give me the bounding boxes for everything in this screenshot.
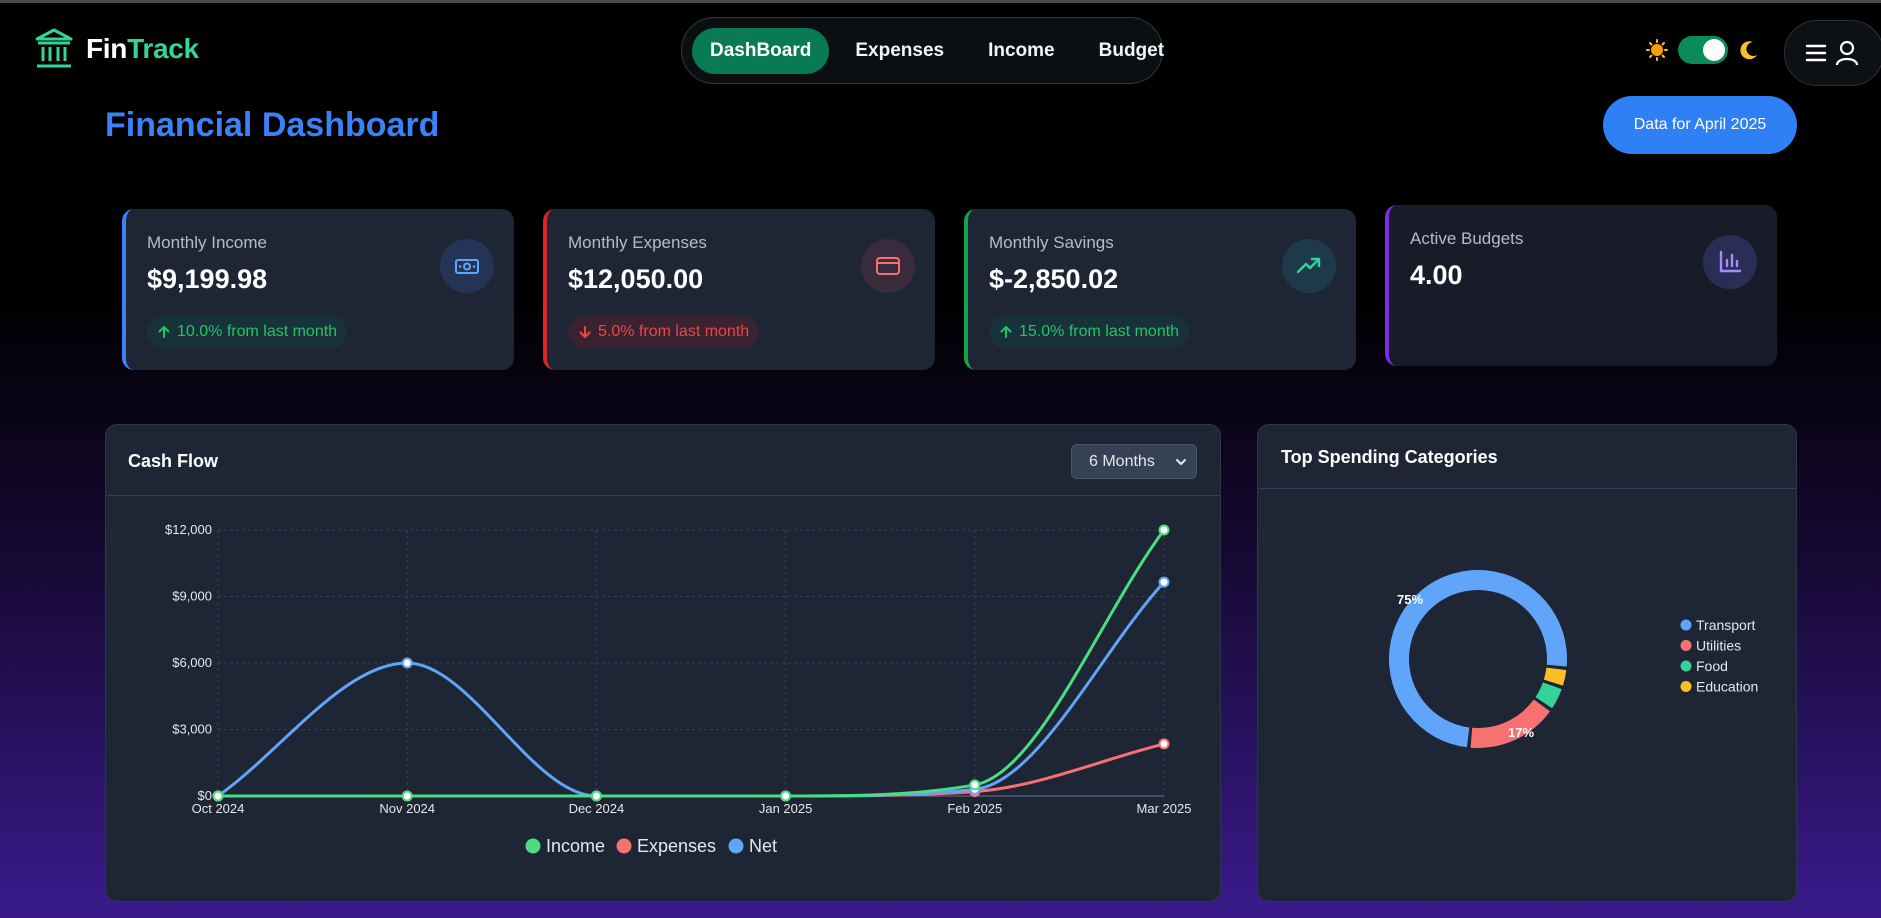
trending-up-icon bbox=[1282, 239, 1336, 293]
money-icon bbox=[440, 239, 494, 293]
credit-card-icon bbox=[861, 239, 915, 293]
spending-donut-chart: 75% 17% Transport Utilities Food Education bbox=[1389, 570, 1758, 748]
data-point-income bbox=[590, 790, 602, 802]
donut-slice-education bbox=[1543, 667, 1567, 686]
x-tick-label: Mar 2025 bbox=[1137, 801, 1192, 816]
legend-label: Utilities bbox=[1696, 638, 1741, 654]
legend-marker bbox=[1680, 640, 1692, 651]
x-tick-label: Dec 2024 bbox=[569, 801, 625, 816]
income-card: Monthly Income $9,199.98 10.0% from last… bbox=[122, 209, 514, 370]
trend-badge: 10.0% from last month bbox=[147, 316, 348, 348]
nav-expenses[interactable]: Expenses bbox=[837, 28, 962, 74]
nav-income[interactable]: Income bbox=[970, 28, 1073, 74]
sun-icon bbox=[1646, 39, 1668, 61]
top-navbar: FinTrack DashBoard Expenses Income Budge… bbox=[0, 3, 1881, 95]
user-icon bbox=[1835, 40, 1859, 66]
cash-flow-panel: Cash Flow 6 Months $0 $3,000 $6,000 $9,000 $… bbox=[105, 424, 1221, 902]
legend-label: Income bbox=[546, 836, 605, 856]
y-tick-label: $9,000 bbox=[172, 589, 212, 604]
legend-label: Food bbox=[1696, 658, 1728, 674]
card-label: Monthly Savings bbox=[989, 233, 1114, 252]
cash-flow-chart: $0$3,000$6,000$9,000$12,000Oct 2024 Nov 2… bbox=[165, 522, 1192, 856]
card-label: Monthly Income bbox=[147, 233, 267, 252]
x-tick-label: Oct 2024 bbox=[192, 801, 245, 816]
main-nav: DashBoard Expenses Income Budget bbox=[681, 17, 1164, 84]
trend-badge: 15.0% from last month bbox=[989, 316, 1190, 348]
donut-slice-utilities bbox=[1470, 699, 1551, 748]
toggle-knob bbox=[1703, 39, 1725, 61]
brand-logo[interactable]: FinTrack bbox=[34, 27, 199, 71]
panel-header: Top Spending Categories bbox=[1258, 425, 1796, 489]
legend-label: Transport bbox=[1696, 617, 1756, 633]
legend-label: Net bbox=[749, 836, 777, 856]
savings-card: Monthly Savings $-2,850.02 15.0% from la… bbox=[964, 209, 1356, 370]
nav-dashboard[interactable]: DashBoard bbox=[692, 27, 830, 74]
trend-badge: 5.0% from last month bbox=[568, 316, 760, 348]
y-tick-label: $3,000 bbox=[172, 722, 212, 737]
x-tick-label: Jan 2025 bbox=[759, 801, 813, 816]
period-select-value: 6 Months bbox=[1089, 452, 1155, 470]
trend-text: 10.0% from last month bbox=[177, 323, 338, 340]
spending-categories-panel: Top Spending Categories 75% 17% Transport U… bbox=[1257, 424, 1797, 902]
data-point-net bbox=[1158, 576, 1170, 588]
trend-text: 15.0% from last month bbox=[1019, 323, 1180, 340]
series-line-net bbox=[217, 581, 1166, 798]
legend-marker bbox=[1680, 619, 1692, 631]
bar-chart-icon bbox=[1703, 235, 1757, 289]
brand-name: FinTrack bbox=[86, 33, 199, 64]
card-value: 4.00 bbox=[1410, 260, 1463, 290]
page-title: Financial Dashboard bbox=[105, 106, 440, 144]
card-label: Active Budgets bbox=[1410, 229, 1524, 248]
data-point-net bbox=[401, 657, 413, 669]
chevron-down-icon bbox=[1176, 459, 1186, 465]
moon-icon bbox=[1740, 41, 1757, 60]
y-tick-label: $12,000 bbox=[165, 522, 212, 537]
hamburger-icon bbox=[1805, 44, 1827, 62]
y-tick-label: $6,000 bbox=[172, 655, 212, 670]
arrow-up-icon bbox=[1000, 326, 1012, 338]
legend-label: Expenses bbox=[637, 836, 716, 856]
legend-label: Education bbox=[1696, 679, 1758, 695]
expenses-card: Monthly Expenses $12,050.00 5.0% from la… bbox=[543, 209, 935, 370]
data-point-income bbox=[969, 779, 981, 791]
legend-marker bbox=[525, 838, 541, 854]
legend-marker bbox=[1680, 681, 1692, 692]
legend-marker bbox=[728, 838, 744, 854]
x-tick-label: Feb 2025 bbox=[947, 801, 1002, 816]
data-label: 17% bbox=[1508, 725, 1534, 740]
period-select[interactable]: 6 Months bbox=[1071, 444, 1197, 479]
card-value: $-2,850.02 bbox=[989, 264, 1119, 294]
data-point-expenses bbox=[1158, 738, 1170, 750]
data-point-income bbox=[1158, 524, 1170, 536]
bank-icon bbox=[35, 28, 73, 68]
data-point-income bbox=[212, 790, 224, 802]
theme-switcher bbox=[1646, 36, 1760, 64]
card-label: Monthly Expenses bbox=[568, 233, 707, 252]
trend-text: 5.0% from last month bbox=[598, 323, 750, 340]
user-menu-button[interactable] bbox=[1784, 20, 1881, 86]
nav-budget[interactable]: Budget bbox=[1081, 28, 1182, 74]
data-point-income bbox=[401, 790, 413, 802]
arrow-down-icon bbox=[579, 326, 591, 338]
dark-mode-toggle[interactable] bbox=[1678, 36, 1728, 64]
data-label: 75% bbox=[1397, 592, 1423, 607]
panel-title: Cash Flow bbox=[128, 451, 219, 471]
data-point-income bbox=[780, 790, 792, 802]
legend-marker bbox=[616, 838, 632, 854]
legend-marker bbox=[1680, 660, 1692, 672]
card-value: $9,199.98 bbox=[147, 264, 268, 294]
panel-header: Cash Flow 6 Months bbox=[106, 425, 1220, 496]
date-period-button[interactable]: Data for April 2025 bbox=[1603, 96, 1797, 154]
panel-title: Top Spending Categories bbox=[1281, 447, 1498, 467]
arrow-up-icon bbox=[158, 326, 170, 338]
budgets-card: Active Budgets 4.00 bbox=[1385, 205, 1777, 366]
card-value: $12,050.00 bbox=[568, 264, 704, 294]
x-tick-label: Nov 2024 bbox=[379, 801, 435, 816]
